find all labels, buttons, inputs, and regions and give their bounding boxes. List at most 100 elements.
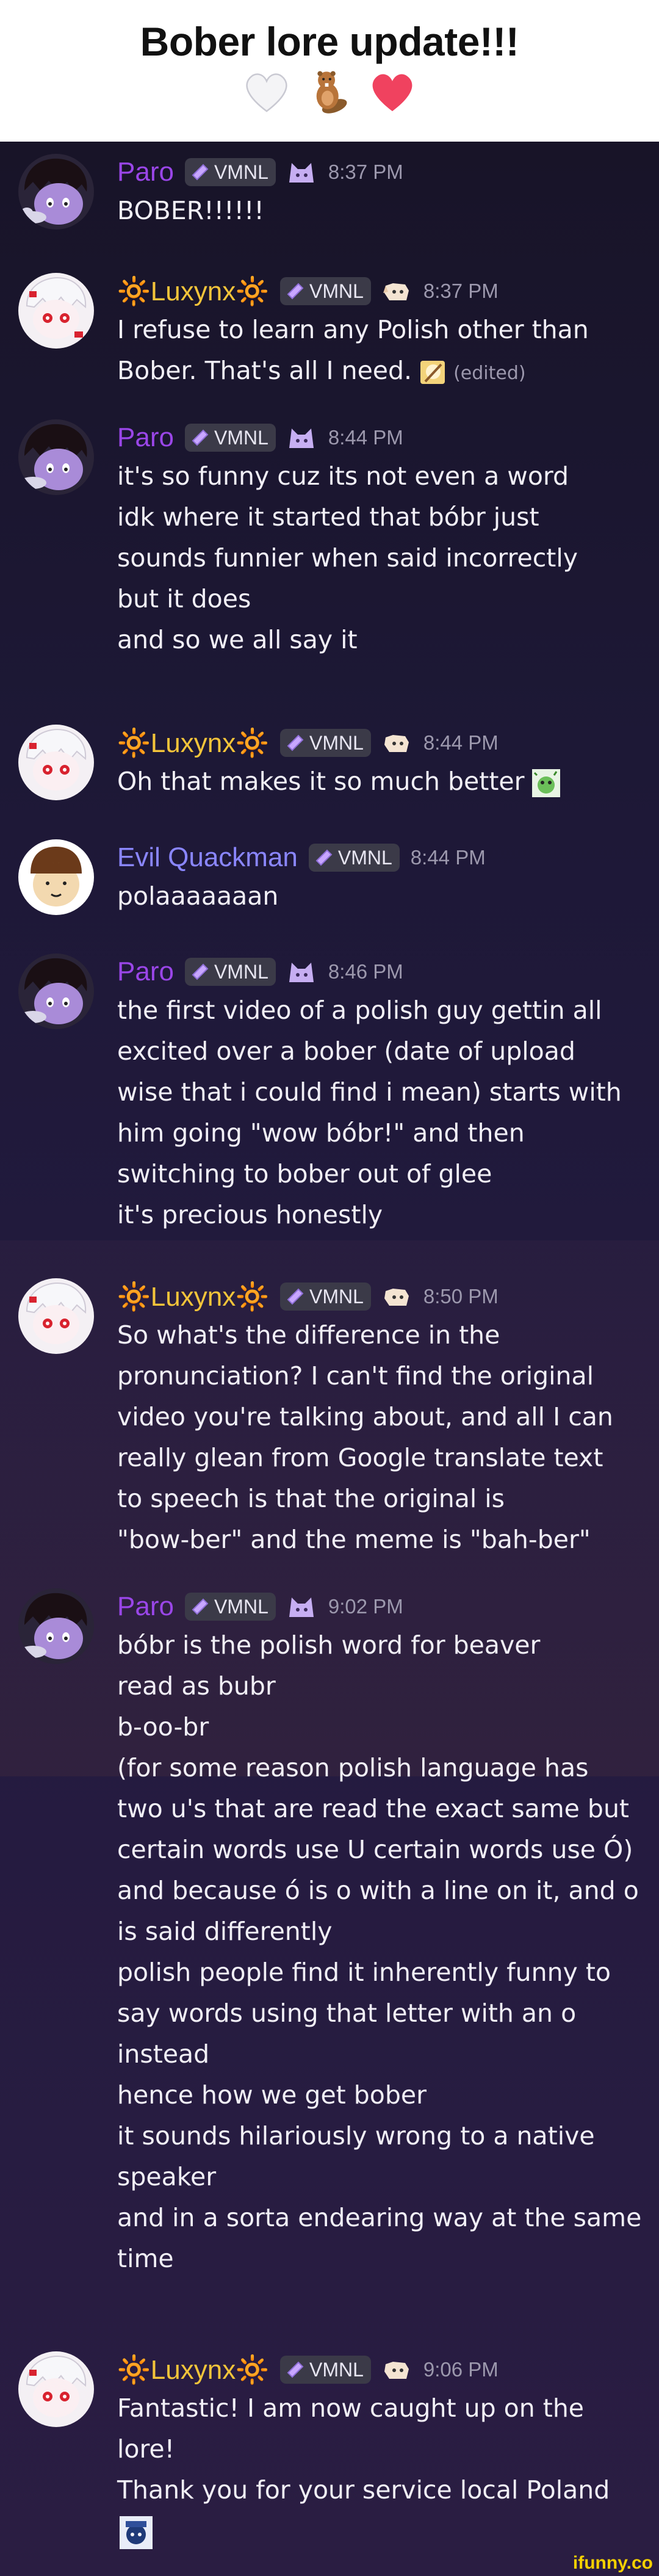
gem-icon — [192, 429, 209, 446]
role-tag[interactable]: VMNL — [184, 1593, 276, 1621]
paro-avatar-icon — [18, 953, 94, 1029]
avatar[interactable] — [18, 1278, 94, 1354]
avatar[interactable] — [18, 725, 94, 800]
message-line: hence how we get bober — [117, 2080, 427, 2110]
username[interactable]: Paro — [117, 422, 174, 453]
message-line: the first video of a polish guy gettin a… — [117, 996, 602, 1025]
message-line: it sounds hilariously wrong to a native — [117, 2121, 595, 2151]
post-header: Bober lore update!!! — [0, 0, 659, 142]
role-tag-label: VMNL — [309, 1285, 364, 1308]
message-line: sounds funnier when said incorrectly — [117, 543, 578, 573]
role-tag[interactable]: VMNL — [184, 424, 276, 452]
avatar[interactable] — [18, 154, 94, 230]
avatar[interactable] — [18, 953, 94, 1029]
message-line: b-oo-br — [117, 1712, 209, 1742]
cat-role-icon — [289, 429, 314, 448]
message-content: I refuse to learn any Polish other than … — [117, 309, 642, 394]
role-tag[interactable]: VMNL — [279, 729, 371, 757]
role-tag[interactable]: VMNL — [279, 1283, 371, 1311]
gem-icon — [287, 2361, 304, 2378]
message-header: 🔆Luxynx🔆 VMNL 8:50 PM — [117, 1278, 499, 1315]
avatar[interactable] — [18, 2351, 94, 2427]
username[interactable]: 🔆Luxynx🔆 — [117, 727, 269, 759]
timestamp: 8:37 PM — [423, 280, 499, 302]
message-line: (for some reason polish language has — [117, 1753, 589, 1782]
role-tag[interactable]: VMNL — [184, 958, 276, 986]
role-tag[interactable]: VMNL — [184, 158, 276, 186]
chat-log: Paro VMNL 8:37 PM BOBER!!!!!! 🔆Luxynx🔆 V… — [0, 142, 659, 2576]
edited-label: (edited) — [453, 363, 526, 384]
gem-icon — [287, 1288, 304, 1305]
role-tag-label: VMNL — [214, 1595, 268, 1618]
header-emoji-row — [0, 67, 659, 128]
message-line: Oh that makes it so much better — [117, 761, 642, 802]
dog-role-icon — [383, 283, 409, 300]
username[interactable]: Paro — [117, 157, 174, 187]
paro-avatar-icon — [18, 419, 94, 495]
timestamp: 8:37 PM — [328, 161, 403, 183]
role-tag[interactable]: VMNL — [279, 2356, 371, 2384]
note-writing-emoji-icon — [420, 361, 445, 384]
gem-icon — [192, 1598, 209, 1615]
gem-icon — [192, 164, 209, 181]
role-tag-label: VMNL — [309, 2358, 364, 2381]
username[interactable]: Evil Quackman — [117, 842, 298, 873]
username[interactable]: 🔆Luxynx🔆 — [117, 2354, 269, 2386]
username[interactable]: Paro — [117, 1591, 174, 1622]
message-header: Paro VMNL 9:02 PM — [117, 1588, 403, 1625]
message-header: 🔆Luxynx🔆 VMNL 9:06 PM — [117, 2351, 499, 2388]
message-content: the first video of a polish guy gettin a… — [117, 990, 642, 1236]
role-tag-label: VMNL — [214, 161, 268, 183]
message-line: really glean from Google translate text — [117, 1443, 603, 1472]
username[interactable]: Paro — [117, 957, 174, 987]
message-line: two u's that are read the exact same but — [117, 1794, 629, 1823]
role-tag[interactable]: VMNL — [308, 844, 400, 872]
message-line: switching to bober out of glee — [117, 1159, 492, 1189]
beaver-icon — [316, 71, 347, 114]
message-line: it's so funny cuz its not even a word — [117, 461, 569, 491]
luxynx-avatar-icon — [18, 273, 94, 349]
message-line: say words using that letter with an o — [117, 1999, 577, 2028]
salute-emoji-icon — [120, 2516, 153, 2549]
timestamp: 8:46 PM — [328, 960, 403, 983]
avatar[interactable] — [18, 839, 94, 915]
message-line: and in a sorta endearing way at the same — [117, 2203, 642, 2232]
username[interactable]: 🔆Luxynx🔆 — [117, 275, 269, 307]
message-header: Paro VMNL 8:46 PM — [117, 953, 403, 990]
cat-role-icon — [289, 1597, 314, 1617]
dog-role-icon — [384, 1289, 409, 1306]
message-content: So what's the difference in the pronunci… — [117, 1315, 642, 1560]
timestamp: 8:44 PM — [328, 426, 403, 449]
avatar[interactable] — [18, 1588, 94, 1664]
paro-avatar-icon — [18, 1588, 94, 1664]
luxynx-avatar-icon — [18, 1278, 94, 1354]
username[interactable]: 🔆Luxynx🔆 — [117, 1281, 269, 1312]
role-tag[interactable]: VMNL — [279, 277, 371, 305]
message-line: excited over a bober (date of upload — [117, 1037, 575, 1066]
message-line: to speech is that the original is — [117, 1484, 505, 1513]
watermark: ifunny.co — [572, 2553, 653, 2573]
message-line: BOBER!!!!!! — [117, 196, 264, 225]
message-header: 🔆Luxynx🔆 VMNL 8:37 PM — [117, 273, 499, 309]
message-line: it's precious honestly — [117, 1200, 383, 1229]
avatar[interactable] — [18, 419, 94, 495]
message-line — [117, 2511, 642, 2552]
message-line: read as bubr — [117, 1671, 276, 1701]
avatar[interactable] — [18, 273, 94, 349]
role-tag-label: VMNL — [214, 960, 268, 983]
quackman-avatar-icon — [18, 839, 94, 915]
dog-role-icon — [384, 735, 409, 752]
message-content: polaaaaaaan — [117, 876, 642, 917]
sparkle-frog-emoji-icon — [531, 769, 560, 797]
gem-icon — [315, 849, 333, 866]
message-line: polaaaaaaan — [117, 881, 279, 911]
message-line-text: Bober. That's all I need. — [117, 356, 412, 385]
message-content: Fantastic! I am now caught up on the lor… — [117, 2388, 642, 2552]
timestamp: 9:06 PM — [423, 2358, 499, 2381]
message-line: "bow-ber" and the meme is "bah-ber" — [117, 1525, 591, 1554]
message-line: bóbr is the polish word for beaver — [117, 1630, 541, 1660]
message-line: idk where it started that bóbr just — [117, 502, 539, 532]
paro-avatar-icon — [18, 154, 94, 230]
message-line: time — [117, 2244, 174, 2273]
message-header: Paro VMNL 8:44 PM — [117, 419, 403, 456]
